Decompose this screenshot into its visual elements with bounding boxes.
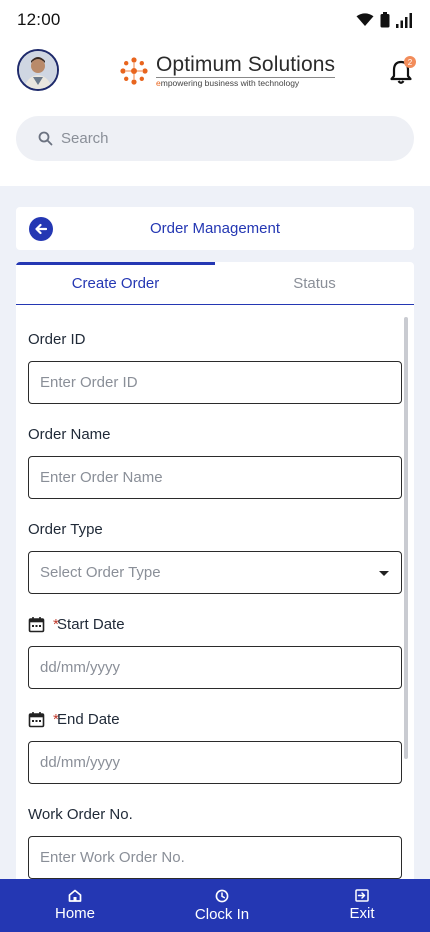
nav-clock-in-label: Clock In [194, 905, 250, 923]
status-time: 12:00 [17, 10, 61, 29]
signal-icon [396, 12, 412, 28]
logo-tagline: empowering business with technology [156, 77, 336, 88]
end-date-label-row: * End Date [28, 707, 402, 731]
order-form-card: Create Order Status Order ID Enter Order… [16, 262, 414, 882]
order-name-field: Order Name Enter Order Name [28, 422, 402, 499]
order-type-placeholder: Select Order Type [40, 564, 161, 581]
order-type-label: Order Type [28, 520, 103, 538]
wifi-icon [356, 13, 374, 26]
active-tab-indicator [16, 262, 215, 265]
nav-exit-label: Exit [349, 905, 375, 922]
start-date-field: * Start Date dd/mm/yyyy [28, 612, 402, 689]
nav-clock-in[interactable]: Clock In [150, 879, 294, 932]
arrow-left-icon [35, 223, 47, 235]
page-title-card: Order Management [16, 207, 414, 250]
calendar-icon [28, 616, 45, 632]
dropdown-caret-icon [379, 571, 389, 576]
company-logo: Optimum Solutions empowering business wi… [118, 53, 336, 88]
avatar-image [19, 51, 57, 89]
end-date-input[interactable]: dd/mm/yyyy [28, 741, 402, 784]
exit-icon [355, 889, 369, 902]
tab-status[interactable]: Status [215, 262, 414, 304]
calendar-icon [28, 711, 45, 727]
start-date-input[interactable]: dd/mm/yyyy [28, 646, 402, 689]
scrollbar[interactable] [404, 317, 408, 759]
battery-icon [380, 12, 390, 28]
status-icons [356, 12, 412, 28]
order-id-label: Order ID [28, 330, 86, 348]
home-icon [68, 889, 82, 902]
nav-exit[interactable]: Exit [294, 879, 430, 932]
notifications-button[interactable]: 2 [388, 56, 416, 86]
page-title: Order Management [149, 220, 281, 237]
app-header: Optimum Solutions empowering business wi… [0, 46, 430, 96]
start-date-label-row: * Start Date [28, 612, 402, 636]
tab-create-order[interactable]: Create Order [16, 262, 215, 304]
status-bar: 12:00 [0, 0, 430, 40]
logo-mark-icon [120, 57, 148, 85]
clock-icon [215, 889, 229, 902]
search-icon [38, 131, 53, 146]
work-order-field: Work Order No. Enter Work Order No. [28, 802, 402, 879]
order-name-input[interactable]: Enter Order Name [28, 456, 402, 499]
order-id-field: Order ID Enter Order ID [28, 327, 402, 404]
work-order-input[interactable]: Enter Work Order No. [28, 836, 402, 879]
tab-bar: Create Order Status [16, 262, 414, 305]
end-date-field: * End Date dd/mm/yyyy [28, 707, 402, 784]
logo-title: Optimum Solutions [156, 53, 336, 77]
avatar[interactable] [17, 49, 59, 91]
order-id-input[interactable]: Enter Order ID [28, 361, 402, 404]
order-type-select[interactable]: Select Order Type [28, 551, 402, 594]
end-date-label: End Date [57, 710, 120, 728]
order-type-field: Order Type Select Order Type [28, 517, 402, 594]
bottom-nav: Home Clock In Exit [0, 879, 430, 932]
back-button[interactable] [29, 217, 53, 241]
nav-home[interactable]: Home [0, 879, 150, 932]
search-input[interactable]: Search [61, 130, 109, 147]
work-order-label: Work Order No. [28, 805, 133, 823]
nav-home-label: Home [54, 905, 95, 922]
start-date-label: Start Date [57, 615, 125, 633]
order-name-label: Order Name [28, 425, 111, 443]
search-bar[interactable]: Search [16, 116, 414, 161]
notification-badge: 2 [404, 56, 416, 68]
